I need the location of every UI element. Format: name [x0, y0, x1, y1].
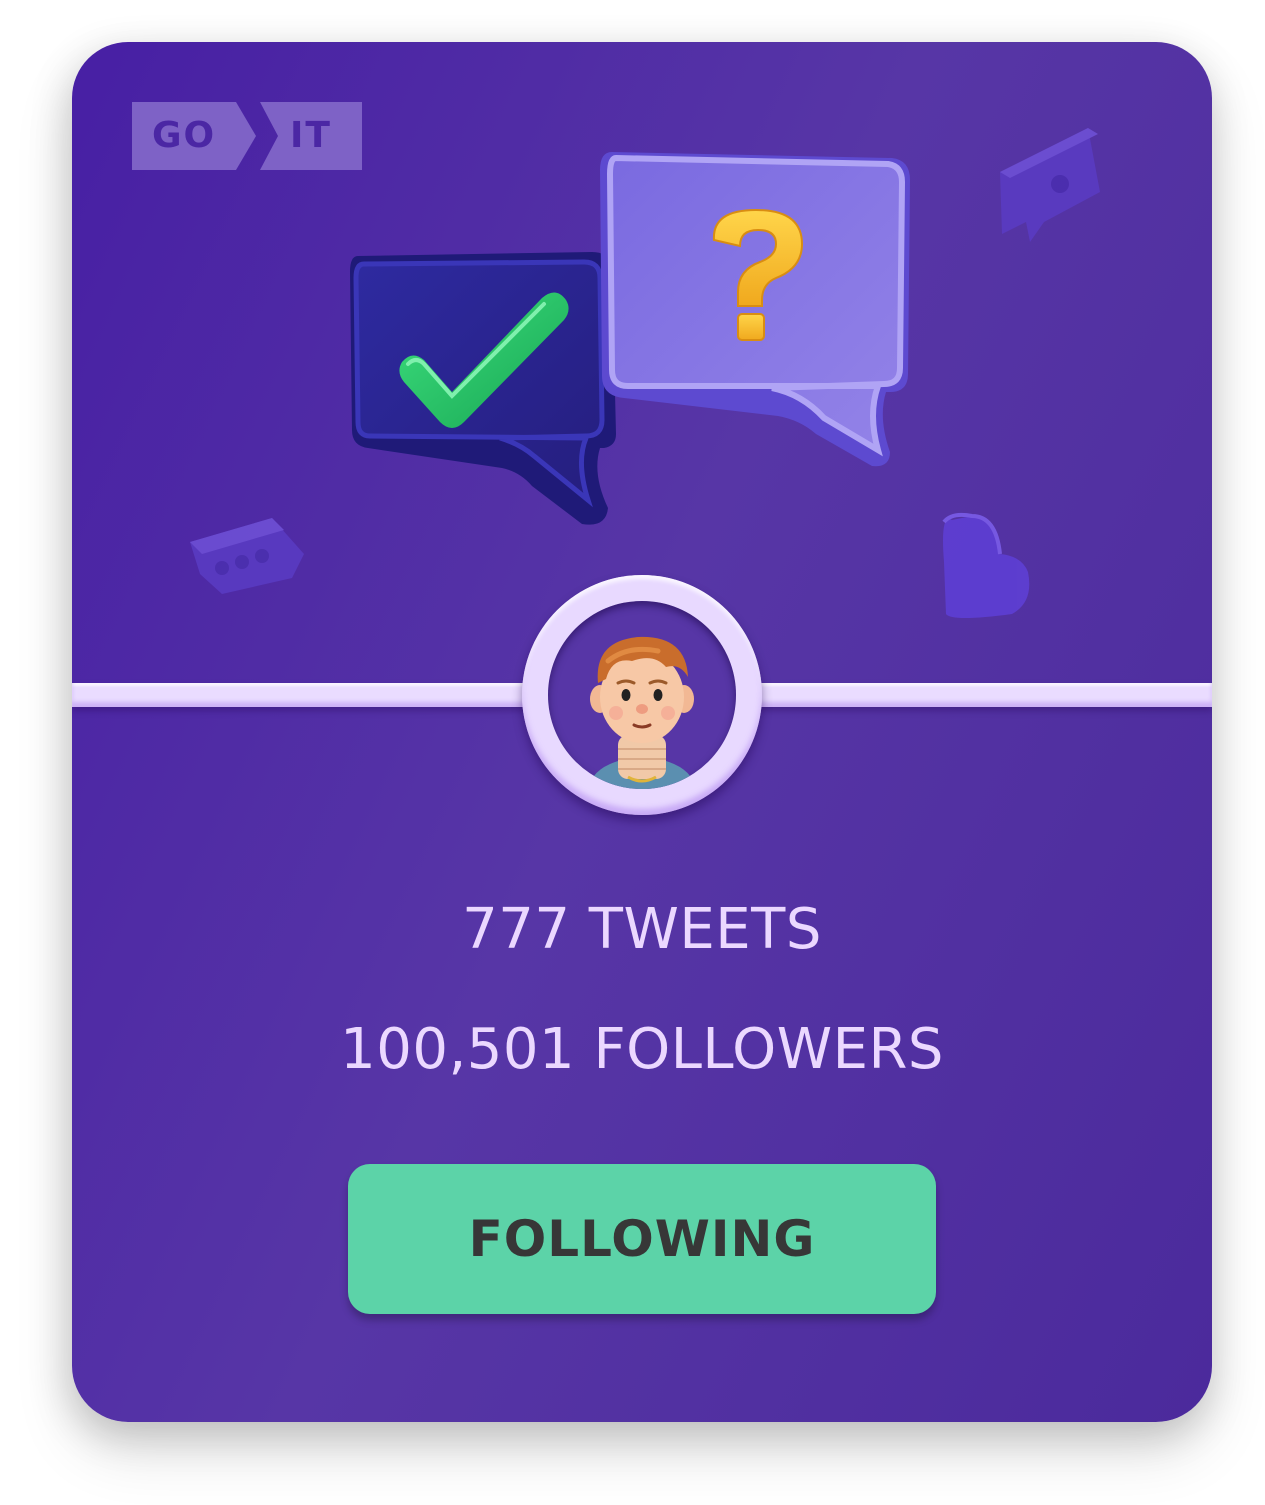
typing-bubble-icon	[190, 518, 304, 594]
following-button[interactable]: FOLLOWING	[348, 1164, 936, 1314]
chat-bubble-icon	[1000, 128, 1100, 242]
avatar-ring	[522, 575, 762, 815]
avatar	[548, 601, 736, 789]
tweet-card: GO IT 777 TWEETS 100,501 FOLLOWERS FOLLO…	[72, 42, 1212, 1422]
check-bubble-icon	[350, 252, 616, 525]
question-bubble-icon	[600, 152, 910, 467]
followers-count: 100,501 FOLLOWERS	[340, 1017, 944, 1082]
user-avatar-icon	[588, 636, 696, 789]
tweets-count: 777 TWEETS	[462, 897, 822, 962]
heart-icon	[942, 512, 1030, 618]
